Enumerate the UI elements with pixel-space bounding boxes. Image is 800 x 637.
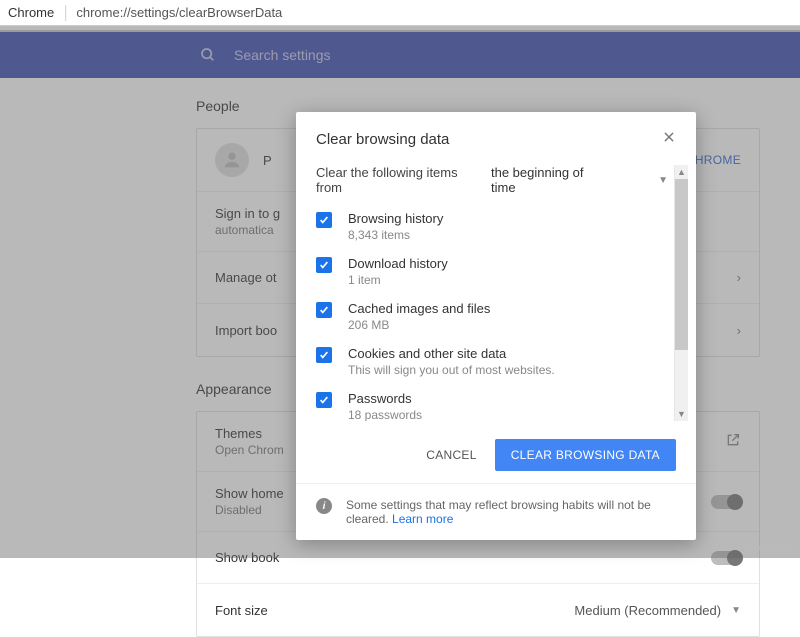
checkbox-checked-icon[interactable] bbox=[316, 302, 332, 318]
cancel-button[interactable]: CANCEL bbox=[426, 448, 476, 462]
scrollbar[interactable]: ▲ ▼ bbox=[674, 165, 688, 421]
download-history-option[interactable]: Download history 1 item bbox=[316, 256, 668, 287]
clear-from-label: Clear the following items from bbox=[316, 165, 475, 195]
watermark: wsxdn.com bbox=[744, 543, 794, 554]
time-range-select[interactable]: the beginning of time ▼ bbox=[491, 165, 668, 195]
clear-browsing-data-dialog: Clear browsing data Clear the following … bbox=[296, 112, 696, 540]
url-text: chrome://settings/clearBrowserData bbox=[76, 5, 282, 20]
checkbox-checked-icon[interactable] bbox=[316, 212, 332, 228]
browser-name: Chrome bbox=[8, 5, 54, 20]
chevron-down-icon: ▼ bbox=[658, 175, 668, 186]
learn-more-link[interactable]: Learn more bbox=[392, 512, 453, 526]
clear-browsing-data-button[interactable]: CLEAR BROWSING DATA bbox=[495, 439, 676, 471]
font-size-select[interactable]: Medium (Recommended) ▼ bbox=[574, 603, 741, 618]
browser-address-bar: Chrome │ chrome://settings/clearBrowserD… bbox=[0, 0, 800, 26]
dialog-title: Clear browsing data bbox=[316, 131, 449, 148]
info-icon: i bbox=[316, 498, 332, 514]
scroll-thumb[interactable] bbox=[675, 179, 688, 350]
passwords-option[interactable]: Passwords 18 passwords bbox=[316, 391, 668, 421]
scroll-up-icon[interactable]: ▲ bbox=[675, 165, 688, 179]
checkbox-checked-icon[interactable] bbox=[316, 347, 332, 363]
checkbox-checked-icon[interactable] bbox=[316, 257, 332, 273]
checkbox-checked-icon[interactable] bbox=[316, 392, 332, 408]
cookies-option[interactable]: Cookies and other site data This will si… bbox=[316, 346, 668, 377]
browsing-history-option[interactable]: Browsing history 8,343 items bbox=[316, 211, 668, 242]
cached-files-option[interactable]: Cached images and files 206 MB bbox=[316, 301, 668, 332]
font-size-row[interactable]: Font size Medium (Recommended) ▼ bbox=[197, 584, 759, 636]
close-icon[interactable] bbox=[662, 130, 676, 149]
scroll-down-icon[interactable]: ▼ bbox=[675, 407, 688, 421]
chevron-down-icon: ▼ bbox=[731, 605, 741, 616]
